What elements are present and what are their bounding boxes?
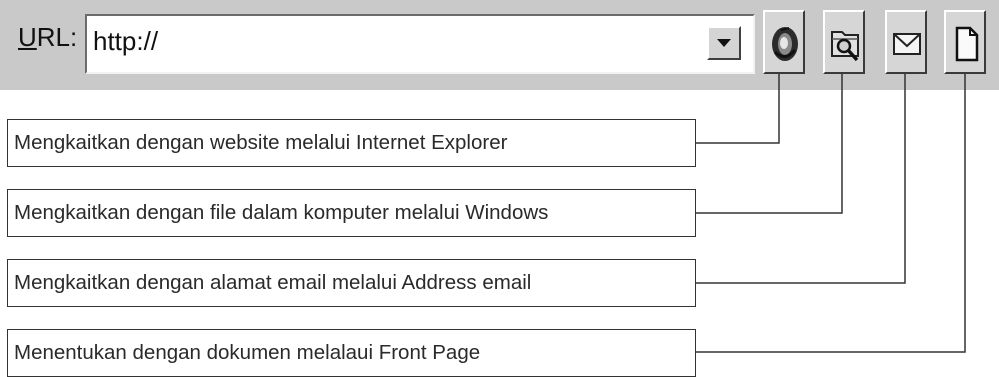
description-file: Mengkaitkan dengan file dalam komputer m… — [14, 201, 549, 224]
connector-line-email — [696, 74, 906, 284]
description-email-box: Mengkaitkan dengan alamat email melalui … — [7, 259, 696, 307]
description-web-box: Mengkaitkan dengan website melalui Inter… — [7, 119, 696, 167]
description-page: Menentukan dengan dokumen melalaui Front… — [14, 341, 481, 364]
connector-lines — [696, 74, 966, 353]
description-email: Mengkaitkan dengan alamat email melalui … — [14, 271, 532, 294]
connector-line-web — [696, 74, 780, 144]
description-web: Mengkaitkan dengan website melalui Inter… — [14, 131, 508, 154]
description-file-box: Mengkaitkan dengan file dalam komputer m… — [7, 189, 696, 237]
